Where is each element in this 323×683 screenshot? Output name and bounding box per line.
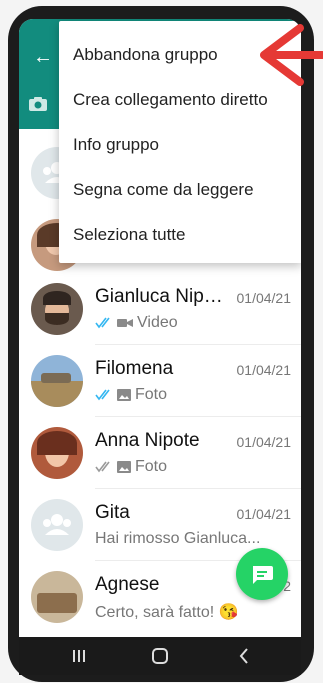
- chat-preview: Foto: [95, 386, 167, 404]
- chat-preview-text: Certo, sarà fatto! 😘: [95, 604, 239, 621]
- screen: ← Gianluca Nip… 01/04/21 Video Filomena …: [19, 19, 301, 637]
- chat-date: 01/04/21: [236, 290, 292, 306]
- chat-name: Gianluca Nip…: [95, 286, 223, 307]
- message-icon: [253, 566, 273, 584]
- contact-avatar: [31, 283, 83, 335]
- chat-date: 01/04/21: [236, 506, 292, 522]
- chat-preview: Hai rimosso Gianluca...: [95, 530, 260, 548]
- menu-item-seleziona-tutte[interactable]: Seleziona tutte: [73, 225, 185, 245]
- chat-preview: Video: [95, 314, 178, 332]
- photo-icon: [117, 389, 131, 401]
- group-avatar: [31, 499, 83, 551]
- chat-name: Anna Nipote: [95, 430, 200, 451]
- photo-icon: [117, 461, 131, 473]
- chat-date: 01/04/21: [236, 362, 292, 378]
- menu-item-segna-da-leggere[interactable]: Segna come da leggere: [73, 180, 254, 200]
- chat-name: Filomena: [95, 358, 174, 379]
- video-icon: [117, 319, 133, 327]
- chat-name: Agnese: [95, 574, 160, 595]
- double-check-icon: [95, 317, 110, 329]
- chat-preview-text: Video: [137, 314, 178, 331]
- chat-preview: Certo, sarà fatto! 😘: [95, 602, 239, 622]
- chat-row[interactable]: Anna Nipote 01/04/21 Foto: [19, 417, 301, 489]
- double-check-icon: [95, 389, 110, 401]
- phone: ← Gianluca Nip… 01/04/21 Video Filomena …: [0, 0, 323, 683]
- home-icon[interactable]: [151, 647, 169, 665]
- recents-icon[interactable]: [71, 648, 87, 664]
- double-check-icon: [95, 461, 110, 473]
- contact-avatar: [31, 355, 83, 407]
- system-nav-bar: [19, 637, 301, 675]
- back-icon[interactable]: [237, 647, 251, 665]
- contact-avatar: [31, 427, 83, 479]
- chat-preview-text: Foto: [135, 386, 168, 403]
- new-chat-button[interactable]: [236, 548, 288, 600]
- menu-item-info-gruppo[interactable]: Info gruppo: [73, 135, 159, 155]
- back-arrow-icon[interactable]: ←: [33, 47, 53, 67]
- chat-name: Gita: [95, 502, 130, 523]
- menu-item-crea-collegamento[interactable]: Crea collegamento diretto: [73, 90, 268, 110]
- chat-row[interactable]: Filomena 01/04/21 Foto: [19, 345, 301, 417]
- menu-item-abbandona-gruppo[interactable]: Abbandona gruppo: [73, 45, 218, 65]
- chat-preview-text: Hai rimosso Gianluca...: [95, 530, 261, 547]
- chat-preview-text: Foto: [135, 458, 168, 475]
- chat-row[interactable]: Gianluca Nip… 01/04/21 Video: [19, 273, 301, 345]
- chat-date: 01/04/21: [236, 434, 292, 450]
- contact-avatar: [31, 571, 83, 623]
- chat-preview: Foto: [95, 458, 167, 476]
- red-arrow-icon: [260, 24, 323, 86]
- camera-icon[interactable]: [29, 97, 47, 111]
